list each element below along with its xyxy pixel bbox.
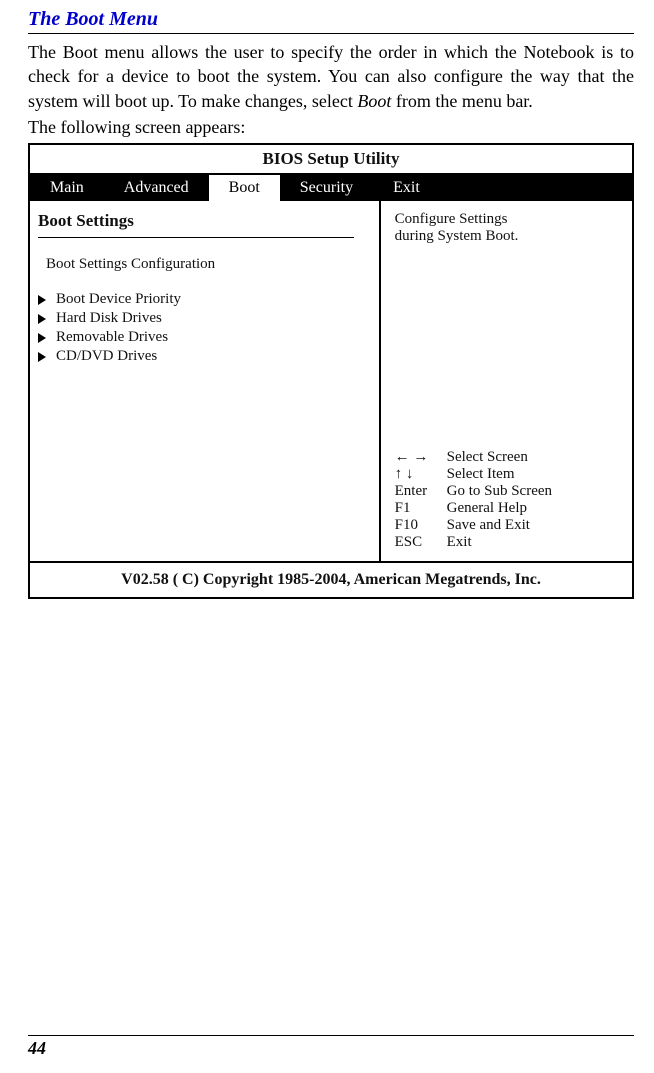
- help-row: Select Screen: [395, 449, 624, 466]
- intro-text-post: from the menu bar.: [391, 91, 532, 111]
- triangle-right-icon: [38, 295, 46, 305]
- boot-settings-config-label: Boot Settings Configuration: [46, 256, 371, 273]
- page-footer: 44: [28, 1035, 634, 1059]
- boot-item-label: Hard Disk Drives: [56, 310, 162, 327]
- tab-boot[interactable]: Boot: [209, 175, 280, 201]
- boot-item[interactable]: CD/DVD Drives: [38, 348, 371, 365]
- boot-item-label: Boot Device Priority: [56, 291, 181, 308]
- help-label: Save and Exit: [447, 517, 530, 534]
- section-title: The Boot Menu: [28, 8, 634, 34]
- key-help: Select ScreenSelect ItemEnterGo to Sub S…: [395, 449, 624, 551]
- help-row: F1General Help: [395, 500, 624, 517]
- help-label: Select Screen: [447, 449, 528, 466]
- help-label: General Help: [447, 500, 527, 517]
- boot-item-label: CD/DVD Drives: [56, 348, 157, 365]
- desc-line1: Configure Settings: [395, 211, 624, 228]
- help-label: Exit: [447, 534, 472, 551]
- help-row: Select Item: [395, 466, 624, 483]
- boot-item-label: Removable Drives: [56, 329, 168, 346]
- triangle-right-icon: [38, 333, 46, 343]
- page-number: 44: [28, 1038, 46, 1058]
- boot-settings-header: Boot Settings: [38, 211, 371, 231]
- help-key: [395, 449, 447, 466]
- help-key: [395, 466, 447, 483]
- help-key: ESC: [395, 534, 447, 551]
- help-label: Select Item: [447, 466, 515, 483]
- triangle-right-icon: [38, 352, 46, 362]
- intro-paragraph: The Boot menu allows the user to specify…: [28, 40, 634, 113]
- bios-title: BIOS Setup Utility: [30, 145, 632, 175]
- bios-panels: Boot Settings Boot Settings Configuratio…: [30, 201, 632, 561]
- triangle-right-icon: [38, 314, 46, 324]
- help-row: EnterGo to Sub Screen: [395, 483, 624, 500]
- help-key: Enter: [395, 483, 447, 500]
- boot-item[interactable]: Removable Drives: [38, 329, 371, 346]
- tab-exit[interactable]: Exit: [373, 175, 440, 201]
- divider: [38, 237, 354, 238]
- boot-item[interactable]: Boot Device Priority: [38, 291, 371, 308]
- help-row: F10Save and Exit: [395, 517, 624, 534]
- desc-line2: during System Boot.: [395, 228, 624, 245]
- intro-text-italic: Boot: [357, 91, 391, 111]
- bios-footer: V02.58 ( C) Copyright 1985-2004, America…: [30, 561, 632, 597]
- bios-menu-bar: MainAdvancedBootSecurityExit: [30, 175, 632, 201]
- tab-main[interactable]: Main: [30, 175, 104, 201]
- bios-screenshot: BIOS Setup Utility MainAdvancedBootSecur…: [28, 143, 634, 599]
- help-key: F10: [395, 517, 447, 534]
- screen-intro: The following screen appears:: [28, 115, 634, 139]
- intro-text-pre: The Boot menu allows the user to specify…: [28, 42, 634, 111]
- configure-settings-desc: Configure Settings during System Boot.: [395, 211, 624, 245]
- bios-right-panel: Configure Settings during System Boot. S…: [381, 201, 632, 561]
- boot-items-list: Boot Device Priority Hard Disk Drives Remo…: [38, 291, 371, 365]
- tab-advanced[interactable]: Advanced: [104, 175, 209, 201]
- tab-security[interactable]: Security: [280, 175, 373, 201]
- help-row: ESCExit: [395, 534, 624, 551]
- help-key: F1: [395, 500, 447, 517]
- boot-item[interactable]: Hard Disk Drives: [38, 310, 371, 327]
- help-label: Go to Sub Screen: [447, 483, 552, 500]
- bios-left-panel: Boot Settings Boot Settings Configuratio…: [30, 201, 381, 561]
